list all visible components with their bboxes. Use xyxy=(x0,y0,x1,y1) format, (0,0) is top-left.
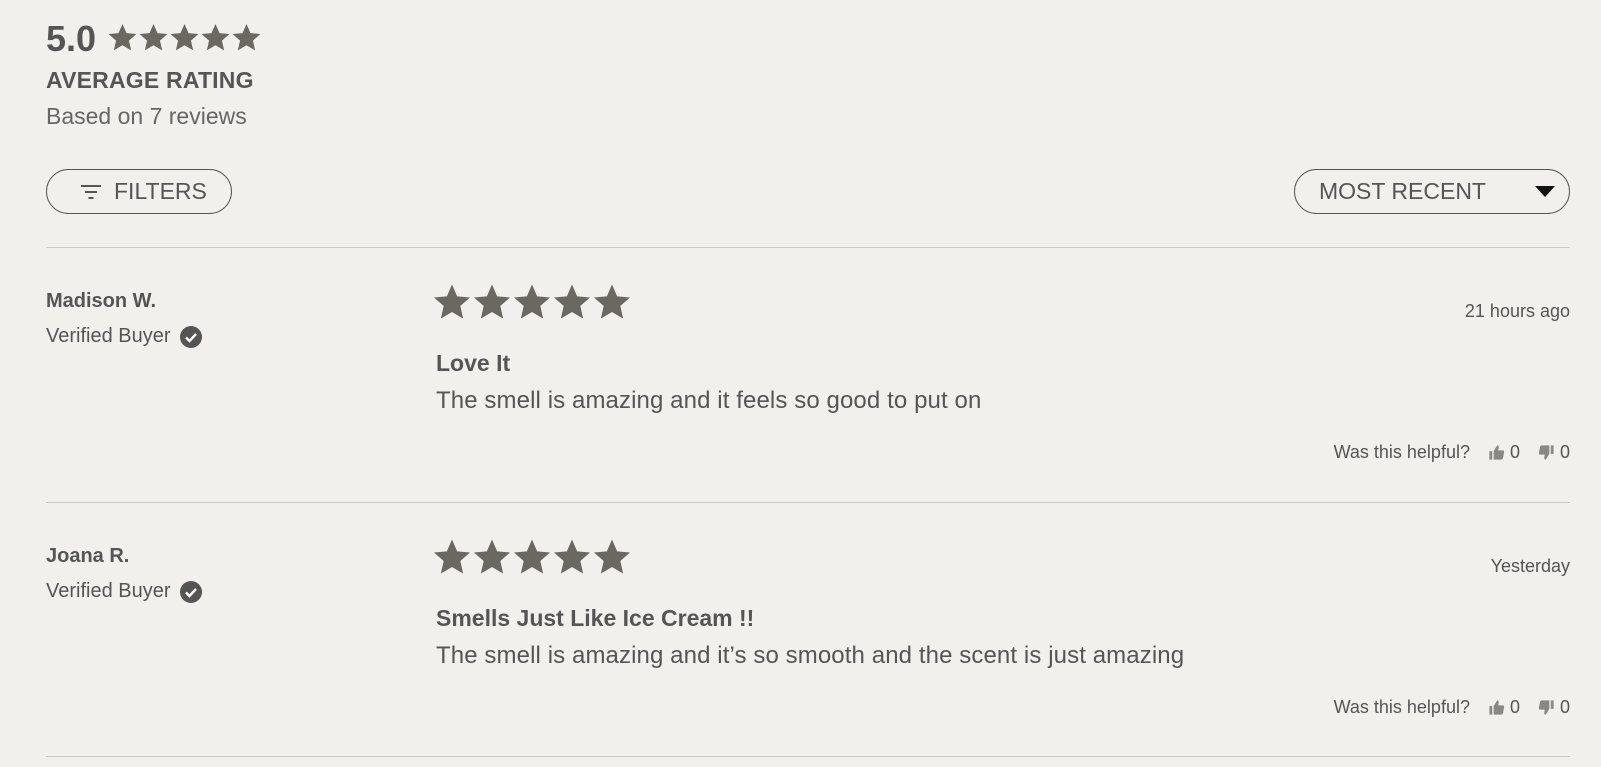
verified-badge: Verified Buyer xyxy=(46,325,202,348)
star-icon xyxy=(514,539,550,574)
reviewer-info: Madison W. Verified Buyer xyxy=(46,290,202,348)
verified-badge: Verified Buyer xyxy=(46,580,202,603)
review-star-rating xyxy=(432,537,632,577)
star-icon xyxy=(170,23,199,50)
reviewer-name: Madison W. xyxy=(46,290,156,312)
reviews-widget: 5.0 AVERAGE RATING Based on 7 reviews FI… xyxy=(46,0,1570,767)
star-icon xyxy=(554,539,590,574)
star-icon xyxy=(594,539,630,574)
thumbs-down-button[interactable]: 0 xyxy=(1538,697,1570,718)
review-date: 21 hours ago xyxy=(1464,301,1570,321)
star-icon xyxy=(434,284,470,319)
thumbs-up-count: 0 xyxy=(1509,442,1520,462)
review-title: Love It xyxy=(436,350,511,376)
rating-summary: 5.0 AVERAGE RATING Based on 7 reviews xyxy=(46,18,262,130)
helpful-question: Was this helpful? xyxy=(1333,442,1470,462)
thumbs-up-button[interactable]: 0 xyxy=(1488,442,1520,463)
review-body: The smell is amazing and it’s so smooth … xyxy=(436,642,1185,669)
thumbs-up-count: 0 xyxy=(1509,697,1520,717)
thumbs-up-icon xyxy=(1489,445,1505,460)
thumbs-up-icon xyxy=(1489,700,1505,715)
filters-button[interactable]: FILTERS xyxy=(46,169,232,214)
checkmark-circle-icon xyxy=(179,325,202,348)
helpful-votes: Was this helpful? 0 0 xyxy=(1334,442,1570,463)
helpful-votes: Was this helpful? 0 0 xyxy=(1334,697,1570,718)
star-icon xyxy=(139,23,168,50)
star-icon xyxy=(474,539,510,574)
star-icon xyxy=(554,284,590,319)
review-count: Based on 7 reviews xyxy=(46,103,247,129)
thumbs-down-icon xyxy=(1538,700,1554,715)
summary-star-rating xyxy=(107,22,262,53)
checkmark-circle-icon xyxy=(179,580,202,603)
filters-label: FILTERS xyxy=(114,178,207,204)
review-item: Joana R. Verified Buyer Yesterday Smells… xyxy=(46,503,1570,755)
thumbs-down-button[interactable]: 0 xyxy=(1538,442,1570,463)
thumbs-up-button[interactable]: 0 xyxy=(1488,697,1520,718)
divider xyxy=(46,756,1570,757)
star-icon xyxy=(232,23,261,50)
review-body: The smell is amazing and it feels so goo… xyxy=(436,387,982,414)
verified-label: Verified Buyer xyxy=(46,325,171,347)
thumbs-down-count: 0 xyxy=(1559,442,1570,462)
thumbs-down-count: 0 xyxy=(1559,697,1570,717)
review-item: Madison W. Verified Buyer 21 hours ago L… xyxy=(46,248,1570,500)
star-icon xyxy=(108,23,137,50)
review-date: Yesterday xyxy=(1490,556,1570,576)
thumbs-down-icon xyxy=(1538,445,1554,460)
helpful-question: Was this helpful? xyxy=(1333,697,1470,717)
reviewer-info: Joana R. Verified Buyer xyxy=(46,545,202,603)
star-icon xyxy=(474,284,510,319)
review-title: Smells Just Like Ice Cream !! xyxy=(436,605,755,631)
star-icon xyxy=(514,284,550,319)
chevron-down-icon xyxy=(1535,186,1555,197)
sort-selected-value: MOST RECENT xyxy=(1319,178,1486,204)
star-icon xyxy=(594,284,630,319)
reviewer-name: Joana R. xyxy=(46,545,130,567)
filter-icon xyxy=(81,184,101,199)
average-rating-label: AVERAGE RATING xyxy=(46,67,254,93)
star-icon xyxy=(434,539,470,574)
sort-select[interactable]: MOST RECENT xyxy=(1294,169,1570,214)
average-rating-value: 5.0 xyxy=(46,18,97,59)
verified-label: Verified Buyer xyxy=(46,580,171,602)
review-star-rating xyxy=(432,282,632,322)
star-icon xyxy=(201,23,230,50)
